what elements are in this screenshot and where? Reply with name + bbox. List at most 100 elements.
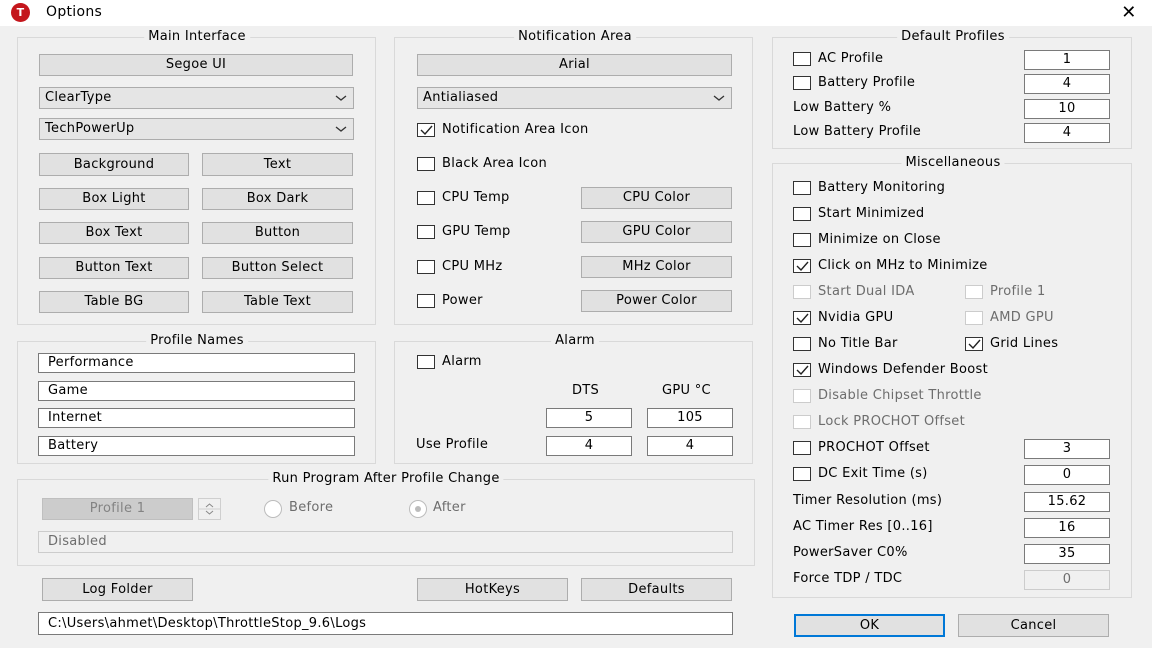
mhz-color-button[interactable]: MHz Color [581, 256, 732, 278]
gpu-color-button[interactable]: GPU Color [581, 221, 732, 243]
profile-name-4-input[interactable]: Battery [38, 436, 355, 456]
dc-exit-time-label: DC Exit Time (s) [818, 466, 928, 481]
timer-resolution-label: Timer Resolution (ms) [793, 493, 943, 508]
dts-column-header: DTS [572, 383, 600, 398]
alarm-dts-profile-input[interactable]: 4 [546, 436, 632, 456]
gpu-temp-checkbox[interactable] [417, 225, 435, 239]
start-minimized-checkbox[interactable] [793, 207, 811, 221]
run-profile-button[interactable]: Profile 1 [42, 498, 193, 520]
hotkeys-button[interactable]: HotKeys [417, 578, 568, 601]
alarm-gpu-input[interactable]: 105 [647, 408, 733, 428]
background-color-button[interactable]: Background [39, 153, 189, 176]
power-color-button[interactable]: Power Color [581, 290, 732, 312]
before-radio[interactable] [264, 500, 282, 518]
click-mhz-minimize-checkbox[interactable] [793, 259, 811, 273]
cpu-temp-checkbox[interactable] [417, 191, 435, 205]
ac-timer-res-label: AC Timer Res [0..16] [793, 519, 933, 534]
powersaver-label: PowerSaver C0% [793, 545, 908, 560]
log-path-input[interactable]: C:\Users\ahmet\Desktop\ThrottleStop_9.6\… [38, 612, 733, 635]
low-battery-profile-input[interactable]: 4 [1024, 123, 1110, 143]
power-label: Power [442, 293, 483, 308]
run-program-path-input[interactable]: Disabled [38, 531, 733, 553]
amd-gpu-checkbox[interactable] [965, 311, 983, 325]
start-dual-ida-checkbox[interactable] [793, 285, 811, 299]
log-folder-button[interactable]: Log Folder [42, 578, 193, 601]
ok-button[interactable]: OK [794, 614, 945, 637]
powersaver-input[interactable]: 35 [1024, 544, 1110, 564]
main-interface-group [17, 37, 376, 325]
cpu-color-button[interactable]: CPU Color [581, 187, 732, 209]
alarm-gpu-profile-input[interactable]: 4 [647, 436, 733, 456]
chevron-down-icon [335, 95, 347, 101]
checkmark-icon [420, 125, 433, 135]
prochot-offset-input[interactable]: 3 [1024, 439, 1110, 459]
power-checkbox[interactable] [417, 294, 435, 308]
disable-chipset-throttle-checkbox[interactable] [793, 389, 811, 403]
checkmark-icon [796, 313, 809, 323]
alarm-label: Alarm [442, 354, 482, 369]
checkmark-icon [968, 339, 981, 349]
profile-name-1-input[interactable]: Performance [38, 353, 355, 373]
notification-font-button[interactable]: Arial [417, 54, 732, 76]
main-font-button[interactable]: Segoe UI [39, 54, 353, 76]
alarm-checkbox[interactable] [417, 355, 435, 369]
button-color-button[interactable]: Button [202, 222, 353, 244]
dc-exit-time-checkbox[interactable] [793, 467, 811, 481]
nvidia-gpu-checkbox[interactable] [793, 311, 811, 325]
main-rendering-value: ClearType [45, 90, 112, 105]
grid-lines-label: Grid Lines [990, 336, 1059, 351]
profile-name-2-input[interactable]: Game [38, 381, 355, 401]
battery-profile-input[interactable]: 4 [1024, 74, 1110, 94]
button-text-color-button[interactable]: Button Text [39, 257, 189, 279]
checkmark-icon [796, 261, 809, 271]
profile-name-3-input[interactable]: Internet [38, 408, 355, 428]
main-rendering-select[interactable]: ClearType [39, 87, 354, 109]
window-title: Options [46, 4, 103, 20]
prochot-offset-checkbox[interactable] [793, 441, 811, 455]
button-select-color-button[interactable]: Button Select [202, 257, 353, 279]
battery-monitoring-checkbox[interactable] [793, 181, 811, 195]
dc-exit-time-input[interactable]: 0 [1024, 465, 1110, 485]
grid-lines-checkbox[interactable] [965, 337, 983, 351]
ac-profile-checkbox[interactable] [793, 52, 811, 66]
text-color-button[interactable]: Text [202, 153, 353, 176]
minimize-on-close-checkbox[interactable] [793, 233, 811, 247]
box-text-color-button[interactable]: Box Text [39, 222, 189, 244]
alarm-legend: Alarm [551, 333, 599, 348]
alarm-dts-input[interactable]: 5 [546, 408, 632, 428]
notification-icon-checkbox[interactable] [417, 123, 435, 137]
cpu-mhz-checkbox[interactable] [417, 260, 435, 274]
table-text-color-button[interactable]: Table Text [202, 291, 353, 313]
notification-rendering-value: Antialiased [423, 90, 499, 105]
profile-1-checkbox[interactable] [965, 285, 983, 299]
ac-timer-res-input[interactable]: 16 [1024, 518, 1110, 538]
box-light-color-button[interactable]: Box Light [39, 188, 189, 210]
defaults-button[interactable]: Defaults [581, 578, 732, 601]
low-battery-pct-input[interactable]: 10 [1024, 99, 1110, 119]
start-dual-ida-label: Start Dual IDA [818, 284, 915, 299]
cancel-button[interactable]: Cancel [958, 614, 1109, 637]
defender-boost-checkbox[interactable] [793, 363, 811, 377]
force-tdp-label: Force TDP / TDC [793, 571, 903, 586]
close-icon[interactable]: ✕ [1118, 2, 1140, 24]
main-theme-select[interactable]: TechPowerUp [39, 118, 354, 140]
default-profiles-legend: Default Profiles [897, 29, 1009, 44]
no-title-bar-checkbox[interactable] [793, 337, 811, 351]
notification-area-group [394, 37, 753, 325]
ac-profile-input[interactable]: 1 [1024, 50, 1110, 70]
after-label: After [433, 500, 466, 515]
timer-resolution-input[interactable]: 15.62 [1024, 492, 1110, 512]
box-dark-color-button[interactable]: Box Dark [202, 188, 353, 210]
after-radio[interactable] [409, 500, 427, 518]
force-tdp-input[interactable]: 0 [1024, 570, 1110, 590]
battery-profile-checkbox[interactable] [793, 76, 811, 90]
notification-rendering-select[interactable]: Antialiased [417, 87, 732, 109]
notification-icon-label: Notification Area Icon [442, 122, 589, 137]
black-area-icon-checkbox[interactable] [417, 157, 435, 171]
table-bg-color-button[interactable]: Table BG [39, 291, 189, 313]
profile-spinner[interactable] [198, 498, 221, 520]
run-program-legend: Run Program After Profile Change [268, 471, 504, 486]
lock-prochot-checkbox[interactable] [793, 415, 811, 429]
nvidia-gpu-label: Nvidia GPU [818, 310, 894, 325]
amd-gpu-label: AMD GPU [990, 310, 1054, 325]
